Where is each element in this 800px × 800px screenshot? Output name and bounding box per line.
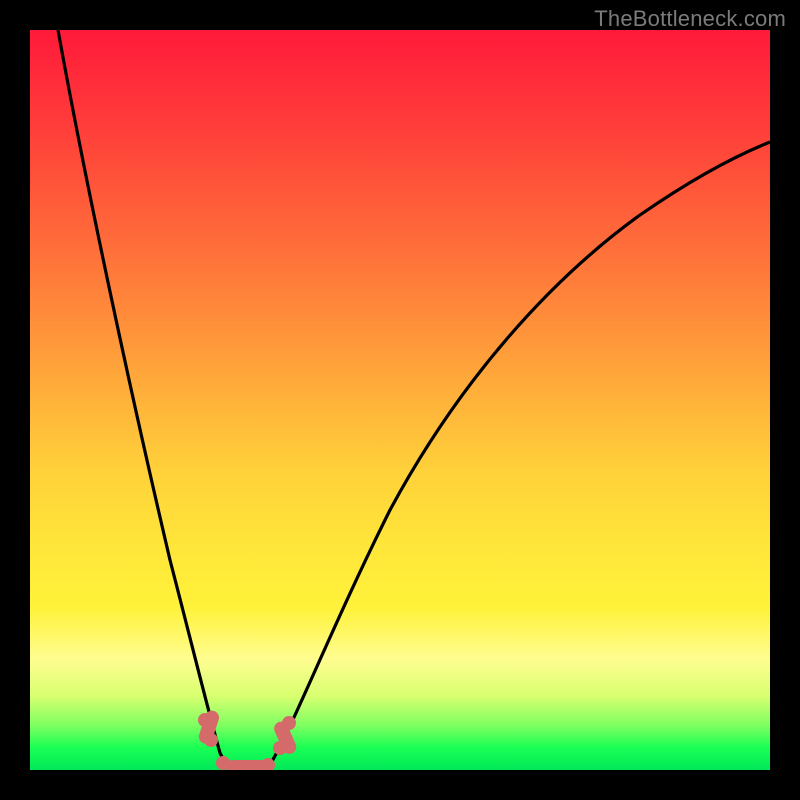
- chart-svg: [30, 30, 770, 770]
- marker-cap: [226, 760, 270, 770]
- left-curve: [58, 30, 228, 768]
- plot-area: [30, 30, 770, 770]
- outer-frame: TheBottleneck.com: [0, 0, 800, 800]
- watermark-text: TheBottleneck.com: [594, 6, 786, 32]
- right-curve: [268, 142, 770, 768]
